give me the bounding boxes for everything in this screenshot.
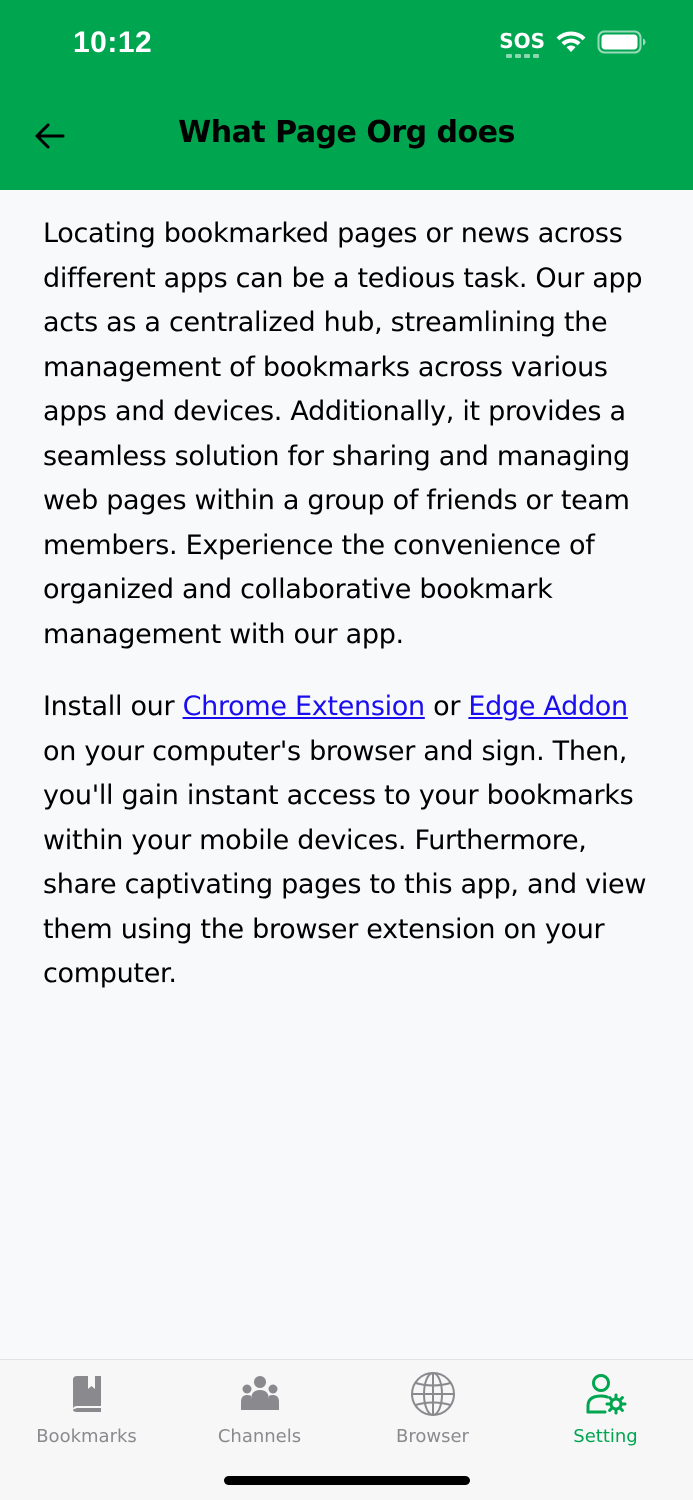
install-intro-text: Install our	[43, 691, 183, 722]
header: 10:12 SOS What Page Org does	[0, 0, 693, 190]
tab-label: Channels	[217, 1426, 302, 1447]
user-gear-icon	[586, 1374, 626, 1415]
navigation-bar: What Page Org does	[0, 100, 693, 172]
book-icon	[72, 1376, 101, 1412]
tab-label: Setting	[573, 1426, 638, 1447]
battery-icon	[597, 30, 646, 54]
sos-label: SOS	[499, 29, 545, 53]
chrome-extension-link[interactable]: Chrome Extension	[183, 691, 426, 722]
sos-indicator: SOS	[499, 30, 545, 58]
globe-icon	[410, 1372, 455, 1416]
signal-dots-icon	[499, 54, 545, 58]
home-indicator[interactable]	[224, 1476, 470, 1485]
status-time: 10:12	[73, 26, 153, 59]
tab-channels[interactable]: Channels	[173, 1360, 346, 1460]
status-bar: 10:12 SOS	[0, 0, 693, 90]
or-text: or	[424, 691, 469, 722]
tab-label: Bookmarks	[36, 1426, 137, 1447]
main-content: Locating bookmarked pages or news across…	[43, 212, 655, 997]
page-title: What Page Org does	[178, 115, 515, 150]
tab-bookmarks[interactable]: Bookmarks	[0, 1360, 173, 1460]
tab-setting[interactable]: Setting	[519, 1360, 692, 1460]
people-icon	[240, 1376, 279, 1410]
description-paragraph: Locating bookmarked pages or news across…	[43, 218, 643, 650]
edge-addon-link[interactable]: Edge Addon	[468, 691, 628, 722]
tab-browser[interactable]: Browser	[346, 1360, 519, 1460]
install-paragraph: Install our Chrome Extension or Edge Add…	[43, 685, 655, 997]
tab-label: Browser	[396, 1426, 469, 1447]
wifi-icon	[556, 31, 586, 52]
status-icons: SOS	[499, 30, 647, 62]
install-rest-text: on your computer's browser and sign. The…	[43, 735, 647, 990]
